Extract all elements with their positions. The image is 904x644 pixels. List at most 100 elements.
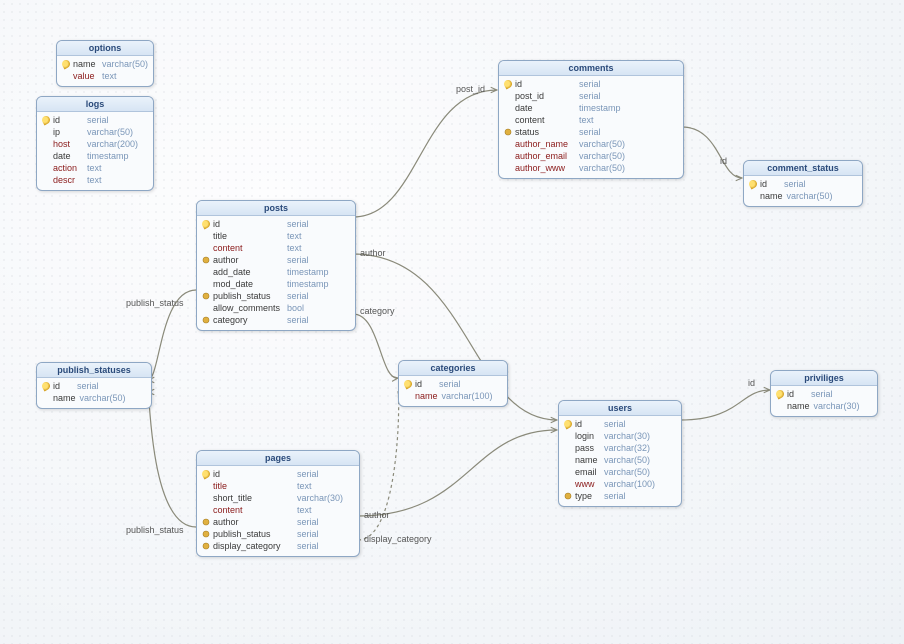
table-body: idserialpost_idserialdatetimestampconten… <box>499 76 683 178</box>
blank-icon <box>775 401 785 411</box>
column-name: publish_status <box>213 528 293 540</box>
column-type: text <box>87 162 102 174</box>
column-row[interactable]: loginvarchar(30) <box>563 430 677 442</box>
table-categories[interactable]: categories idserialnamevarchar(100) <box>398 360 508 407</box>
column-type: text <box>579 114 594 126</box>
column-row[interactable]: display_categoryserial <box>201 540 355 552</box>
column-row[interactable]: mod_datetimestamp <box>201 278 351 290</box>
column-type: serial <box>87 114 109 126</box>
column-row[interactable]: namevarchar(30) <box>775 400 873 412</box>
blank-icon <box>201 279 211 289</box>
column-row[interactable]: author_wwwvarchar(50) <box>503 162 679 174</box>
column-name: content <box>213 242 283 254</box>
column-row[interactable]: category serial <box>201 314 351 326</box>
key-icon <box>748 179 759 190</box>
column-row[interactable]: actiontext <box>41 162 149 174</box>
column-row[interactable]: namevarchar(50) <box>563 454 677 466</box>
column-row[interactable]: idserial <box>403 378 503 390</box>
column-row[interactable]: idserial <box>563 418 677 430</box>
blank-icon <box>201 481 211 491</box>
column-row[interactable]: author_namevarchar(50) <box>503 138 679 150</box>
column-name: category <box>213 314 283 326</box>
table-title: comment_status <box>744 161 862 176</box>
column-type: serial <box>287 314 309 326</box>
column-name: www <box>575 478 600 490</box>
column-row[interactable]: idserial <box>748 178 858 190</box>
table-body: idserialnamevarchar(100) <box>399 376 507 406</box>
column-row[interactable]: emailvarchar(50) <box>563 466 677 478</box>
column-row[interactable]: idserial <box>41 114 149 126</box>
column-type: serial <box>439 378 461 390</box>
column-row[interactable]: passvarchar(32) <box>563 442 677 454</box>
column-row[interactable]: valuetext <box>61 70 149 82</box>
column-type: varchar(50) <box>80 392 126 404</box>
conn-label-id-comment-status: id <box>720 156 727 166</box>
blank-icon <box>503 139 513 149</box>
conn-label-post-id: post_id <box>456 84 485 94</box>
column-row[interactable]: idserial <box>201 468 355 480</box>
column-row[interactable]: namevarchar(50) <box>41 392 147 404</box>
column-type: varchar(200) <box>87 138 138 150</box>
column-type: varchar(50) <box>87 126 133 138</box>
column-row[interactable]: authorserial <box>201 254 351 266</box>
column-row[interactable]: add_datetimestamp <box>201 266 351 278</box>
column-type: timestamp <box>287 266 329 278</box>
column-row[interactable]: datetimestamp <box>503 102 679 114</box>
column-row[interactable]: namevarchar(50) <box>61 58 149 70</box>
column-row[interactable]: statusserial <box>503 126 679 138</box>
column-row[interactable]: post_idserial <box>503 90 679 102</box>
foreign-key-icon <box>203 317 209 323</box>
column-type: serial <box>579 90 601 102</box>
table-comments[interactable]: comments idserialpost_idserialdatetimest… <box>498 60 684 179</box>
column-row[interactable]: publish_statusserial <box>201 290 351 302</box>
column-name: title <box>213 480 293 492</box>
table-options[interactable]: options namevarchar(50)valuetext <box>56 40 154 87</box>
column-row[interactable]: short_titlevarchar(30) <box>201 492 355 504</box>
table-users[interactable]: users idserialloginvarchar(30)passvarcha… <box>558 400 682 507</box>
foreign-key-icon <box>505 129 511 135</box>
column-row[interactable]: namevarchar(50) <box>748 190 858 202</box>
table-comment-status[interactable]: comment_status idserialnamevarchar(50) <box>743 160 863 207</box>
key-icon <box>41 115 52 126</box>
column-type: serial <box>297 516 319 528</box>
table-body: idserialipvarchar(50)hostvarchar(200)dat… <box>37 112 153 190</box>
blank-icon <box>503 103 513 113</box>
column-row[interactable]: author_emailvarchar(50) <box>503 150 679 162</box>
column-row[interactable]: idserial <box>775 388 873 400</box>
table-publish-statuses[interactable]: publish_statuses idserialnamevarchar(50) <box>36 362 152 409</box>
table-pages[interactable]: pages idserialtitletextshort_titlevarcha… <box>196 450 360 557</box>
column-name: name <box>787 400 810 412</box>
column-row[interactable]: hostvarchar(200) <box>41 138 149 150</box>
table-priviliges[interactable]: priviliges idserialnamevarchar(30) <box>770 370 878 417</box>
column-row[interactable]: idserial <box>503 78 679 90</box>
column-row[interactable]: authorserial <box>201 516 355 528</box>
key-icon <box>41 381 52 392</box>
column-row[interactable]: descr text <box>41 174 149 186</box>
column-row[interactable]: ipvarchar(50) <box>41 126 149 138</box>
column-row[interactable]: publish_statusserial <box>201 528 355 540</box>
column-row[interactable]: datetimestamp <box>41 150 149 162</box>
column-row[interactable]: titletext <box>201 230 351 242</box>
column-type: text <box>87 174 102 186</box>
blank-icon <box>41 139 51 149</box>
column-row[interactable]: idserial <box>201 218 351 230</box>
blank-icon <box>201 267 211 277</box>
column-row[interactable]: contenttext <box>201 504 355 516</box>
column-row[interactable]: namevarchar(100) <box>403 390 503 402</box>
column-name: date <box>53 150 83 162</box>
blank-icon <box>41 175 51 185</box>
column-row[interactable]: wwwvarchar(100) <box>563 478 677 490</box>
table-title: publish_statuses <box>37 363 151 378</box>
column-name: author <box>213 254 283 266</box>
column-row[interactable]: titletext <box>201 480 355 492</box>
column-row[interactable]: contenttext <box>503 114 679 126</box>
table-posts[interactable]: posts idserialtitletextcontenttextauthor… <box>196 200 356 331</box>
blank-icon <box>201 493 211 503</box>
column-row[interactable]: allow_commentsbool <box>201 302 351 314</box>
column-row[interactable]: contenttext <box>201 242 351 254</box>
column-row[interactable]: idserial <box>41 380 147 392</box>
table-logs[interactable]: logs idserialipvarchar(50)hostvarchar(20… <box>36 96 154 191</box>
column-row[interactable]: typeserial <box>563 490 677 502</box>
column-type: serial <box>604 490 626 502</box>
column-name: descr <box>53 174 83 186</box>
